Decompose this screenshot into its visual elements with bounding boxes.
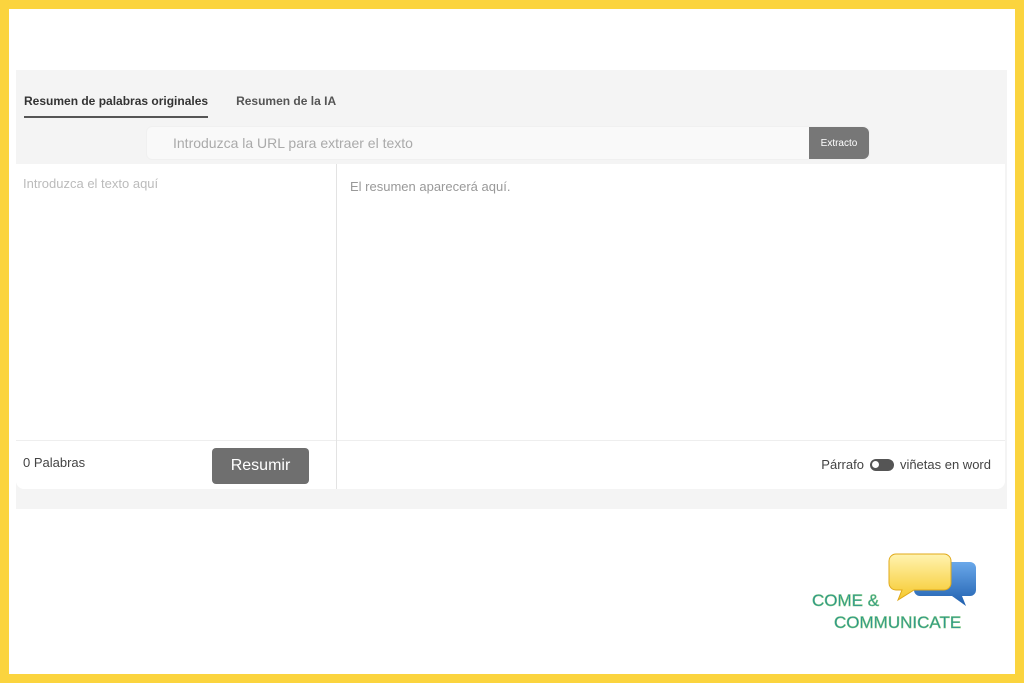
format-switch: Párrafo viñetas en word	[821, 457, 991, 472]
source-text-input[interactable]	[16, 164, 328, 434]
toggle-knob	[871, 460, 879, 468]
word-count: 0 Palabras	[23, 455, 86, 470]
logo-text-line2: COMMUNICATE	[834, 613, 961, 632]
bullets-label: viñetas en word	[899, 457, 991, 472]
editor-panels: 0 Palabras Resumir El resumen aparecerá …	[16, 164, 1005, 489]
logo-text-line1: COME &	[812, 591, 880, 610]
summary-panel: El resumen aparecerá aquí. Párrafo viñet…	[337, 164, 1005, 489]
speech-bubbles-icon	[888, 553, 976, 606]
summarize-button[interactable]: Resumir	[212, 448, 309, 484]
paragraph-label: Párrafo	[821, 457, 864, 472]
source-panel: 0 Palabras Resumir	[16, 164, 337, 489]
summarizer-app: Resumen de palabras originales Resumen d…	[16, 70, 1007, 509]
summary-footer: Párrafo viñetas en word	[337, 440, 1005, 490]
source-footer: 0 Palabras Resumir	[16, 440, 336, 490]
format-toggle[interactable]	[869, 458, 894, 471]
come-and-communicate-logo: COME & COMMUNICATE	[812, 553, 976, 632]
url-bar: Extracto	[146, 126, 870, 160]
summary-output: El resumen aparecerá aquí.	[350, 179, 511, 194]
extract-button[interactable]: Extracto	[809, 127, 869, 159]
mode-tabs: Resumen de palabras originales Resumen d…	[24, 94, 336, 118]
url-input[interactable]	[147, 127, 809, 159]
tab-ai-summary[interactable]: Resumen de la IA	[236, 94, 336, 118]
tab-original-words[interactable]: Resumen de palabras originales	[24, 94, 209, 118]
